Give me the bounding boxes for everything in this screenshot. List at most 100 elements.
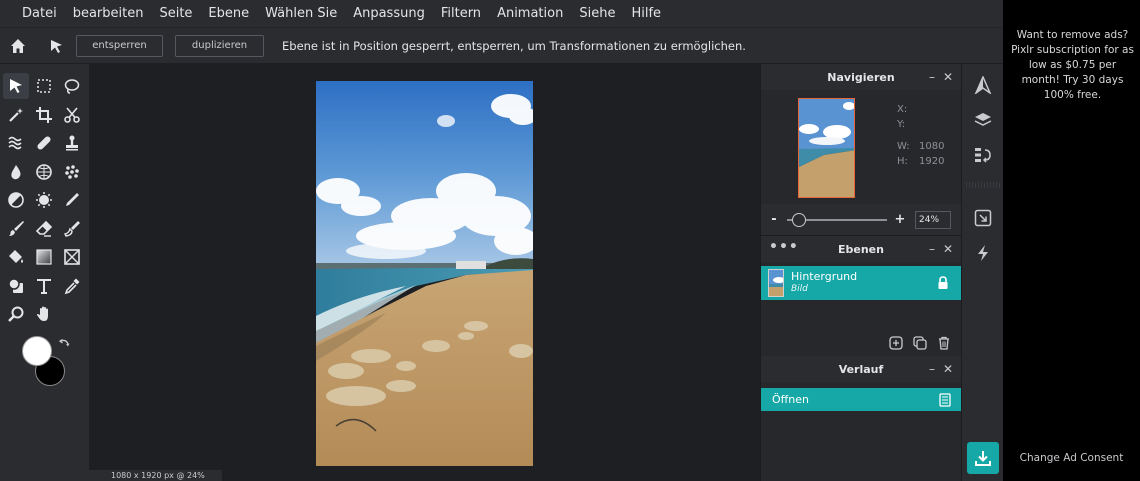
tool-palette [0, 64, 89, 481]
pen-icon[interactable] [59, 187, 85, 213]
close-icon[interactable]: ✕ [943, 362, 953, 376]
menu-select[interactable]: Wählen Sie [265, 6, 337, 21]
close-icon[interactable]: ✕ [943, 242, 953, 256]
menu-help[interactable]: Hilfe [631, 6, 661, 21]
brush-icon[interactable] [3, 216, 29, 242]
h-value: 1920 [919, 156, 945, 167]
layer-name: Hintergrund [791, 270, 858, 283]
zoom-in-button[interactable]: + [893, 212, 907, 227]
eyedropper-icon[interactable] [59, 273, 85, 299]
ad-consent-link[interactable]: Change Ad Consent [1003, 452, 1140, 464]
dodge-burn-icon[interactable] [3, 187, 29, 213]
gradient-icon[interactable] [31, 244, 57, 270]
download-button[interactable] [967, 442, 999, 474]
magic-wand-icon[interactable] [3, 102, 29, 128]
more-options-icon[interactable]: ••• [769, 239, 799, 255]
navigator-header: Navigieren – ✕ [761, 64, 961, 90]
empty-tool-slot [59, 301, 85, 327]
menu-animation[interactable]: Animation [497, 6, 563, 21]
sponge-icon[interactable] [31, 159, 57, 185]
layers-header: ••• Ebenen – ✕ [761, 236, 961, 262]
menu-layer[interactable]: Ebene [208, 6, 249, 21]
add-layer-icon[interactable] [889, 336, 903, 350]
zoom-icon[interactable] [3, 301, 29, 327]
zoom-value-input[interactable]: 24% [915, 210, 951, 229]
duplicate-layer-icon[interactable] [913, 336, 927, 350]
layer-thumbnail [768, 269, 784, 297]
navigator-body: X: Y: W: 1080 H: 1920 [761, 90, 961, 204]
options-bar: entsperren duplizieren Ebene ist in Posi… [0, 27, 1003, 63]
layers-toggle-icon[interactable] [974, 111, 992, 129]
unlock-button[interactable]: entsperren [76, 34, 163, 57]
color-swatches [22, 336, 72, 386]
canvas-image[interactable] [316, 81, 533, 466]
w-label: W: [897, 141, 910, 152]
panel-toggle-strip [961, 64, 1003, 481]
scissors-icon[interactable] [59, 102, 85, 128]
history-item-label: Öffnen [772, 393, 809, 406]
shape-icon[interactable] [3, 273, 29, 299]
hand-icon[interactable] [31, 301, 57, 327]
w-value: 1080 [919, 141, 945, 152]
arrange-cursor-icon[interactable] [46, 36, 66, 56]
zoom-out-button[interactable]: - [767, 212, 781, 227]
layers-title: Ebenen [838, 242, 884, 256]
fullscreen-icon[interactable] [974, 209, 992, 227]
stamp-icon[interactable] [59, 130, 85, 156]
smudge-icon[interactable] [59, 216, 85, 242]
layer-type: Bild [791, 284, 808, 294]
ad-column: Want to remove ads? Pixlr subscription f… [1003, 0, 1140, 481]
layers-body: Hintergrund Bild [761, 262, 961, 356]
menu-view[interactable]: Siehe [579, 6, 615, 21]
layer-actions [889, 336, 951, 350]
zoom-slider-thumb[interactable] [792, 212, 806, 227]
history-toggle-icon[interactable] [974, 146, 992, 164]
zoom-slider[interactable] [787, 212, 887, 227]
menu-page[interactable]: Seite [159, 6, 192, 21]
duplicate-button[interactable]: duplizieren [175, 34, 264, 57]
paint-bucket-icon[interactable] [3, 244, 29, 270]
navigator-title: Navigieren [827, 70, 895, 84]
menu-file[interactable]: Datei [22, 6, 57, 21]
scatter-icon[interactable] [59, 159, 85, 185]
navigator-thumbnail[interactable] [798, 98, 855, 198]
minimize-icon[interactable]: – [929, 242, 935, 256]
minimize-icon[interactable]: – [929, 70, 935, 84]
status-bar: 1080 x 1920 px @ 24% [89, 470, 222, 481]
swap-colors-icon[interactable] [58, 338, 70, 350]
bandage-icon[interactable] [31, 130, 57, 156]
foreground-color-swatch[interactable] [22, 336, 52, 366]
layer-item[interactable]: Hintergrund Bild [761, 266, 961, 300]
quick-actions-icon[interactable] [974, 244, 992, 262]
navigator-toggle-icon[interactable] [974, 76, 992, 94]
history-title: Verlauf [838, 362, 884, 376]
menu-filter[interactable]: Filtern [441, 6, 481, 21]
history-item[interactable]: Öffnen [761, 388, 961, 411]
lock-message: Ebene ist in Position gesperrt, entsperr… [282, 38, 746, 53]
placeholder-icon[interactable] [59, 244, 85, 270]
menu-adjustment[interactable]: Anpassung [353, 6, 425, 21]
home-icon[interactable] [8, 36, 28, 56]
ad-text[interactable]: Want to remove ads? Pixlr subscription f… [1011, 28, 1134, 103]
marquee-tool-icon[interactable] [31, 73, 57, 99]
lock-icon[interactable] [937, 276, 949, 290]
drop-icon[interactable] [3, 159, 29, 185]
text-icon[interactable] [31, 273, 57, 299]
menu-edit[interactable]: bearbeiten [73, 6, 144, 21]
liquify-icon[interactable] [3, 130, 29, 156]
delete-layer-icon[interactable] [937, 336, 951, 350]
y-label: Y: [897, 119, 906, 130]
select-tool-icon[interactable] [3, 73, 29, 99]
h-label: H: [897, 156, 908, 167]
crop-icon[interactable] [31, 102, 57, 128]
menu-bar: Datei bearbeiten Seite Ebene Wählen Sie … [0, 0, 1003, 27]
panels-column: Navigieren – ✕ X: Y: W: 1080 H: 1920 - +… [760, 64, 961, 481]
sharpen-icon[interactable] [31, 187, 57, 213]
minimize-icon[interactable]: – [929, 362, 935, 376]
zoom-controls: - + 24% [761, 204, 961, 236]
canvas-workspace[interactable]: 1080 x 1920 px @ 24% [89, 64, 760, 481]
history-header: Verlauf – ✕ [761, 356, 961, 382]
lasso-tool-icon[interactable] [59, 73, 85, 99]
close-icon[interactable]: ✕ [943, 70, 953, 84]
eraser-icon[interactable] [31, 216, 57, 242]
